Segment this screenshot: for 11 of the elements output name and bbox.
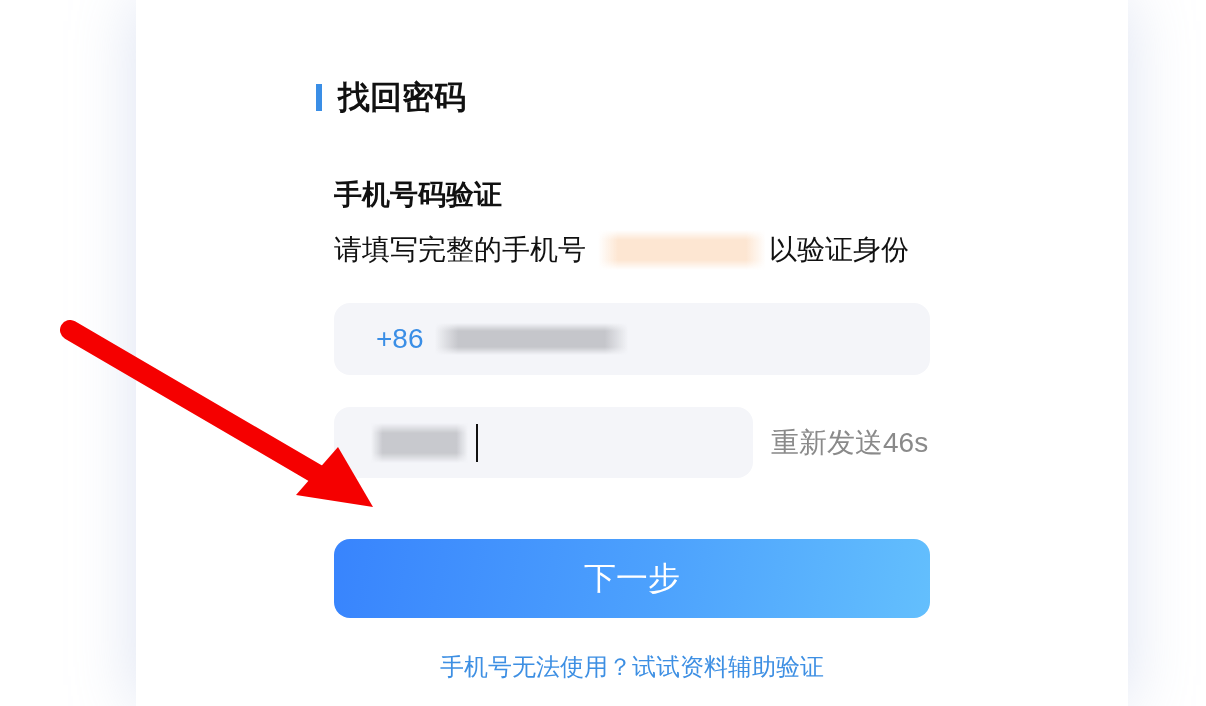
alternative-verification-link[interactable]: 手机号无法使用？试试资料辅助验证 (440, 651, 824, 683)
page-title: 找回密码 (338, 78, 466, 117)
resend-timer: 重新发送46s (771, 425, 929, 460)
next-button[interactable]: 下一步 (334, 539, 930, 618)
instruction-suffix: 以验证身份 (769, 233, 909, 267)
code-field[interactable] (334, 407, 753, 478)
instruction-text: 请填写完整的手机号 (334, 233, 586, 267)
section-heading: 手机号码验证 (334, 178, 502, 212)
country-code: +86 (376, 322, 424, 356)
title-accent-bar (316, 83, 322, 111)
phone-field[interactable]: +86 (334, 303, 930, 375)
